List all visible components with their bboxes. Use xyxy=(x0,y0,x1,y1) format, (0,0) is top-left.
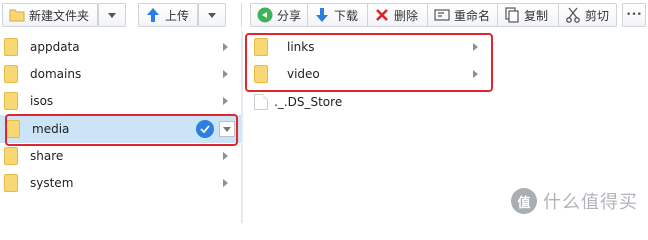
folder-icon xyxy=(4,64,18,83)
rename-label: 重命名 xyxy=(454,8,491,23)
highlight-box-subfolders xyxy=(245,33,493,92)
delete-button[interactable]: 删除 xyxy=(368,3,428,27)
folder-icon xyxy=(4,91,18,110)
upload-label: 上传 xyxy=(165,8,190,23)
caret-down-icon xyxy=(208,12,216,18)
chevron-right-icon xyxy=(223,152,228,160)
download-label: 下载 xyxy=(334,8,359,23)
file-row-ds-store[interactable]: ._.DS_Store xyxy=(243,88,491,115)
folder-label: isos xyxy=(30,93,54,108)
watermark-logo: 值 xyxy=(511,188,537,214)
caret-down-icon xyxy=(108,12,116,18)
toolbar: 新建文件夹 上传 分享 下载 删除 重命名 复制 剪切 ••• xyxy=(0,0,648,31)
watermark-text: 什么值得买 xyxy=(543,192,638,213)
delete-x-icon xyxy=(374,7,390,23)
chevron-right-icon xyxy=(223,97,228,105)
cut-label: 剪切 xyxy=(585,8,610,23)
share-button[interactable]: 分享 xyxy=(250,3,308,27)
highlight-box-media xyxy=(5,114,238,146)
toolbar-separator xyxy=(241,3,242,27)
folder-label: domains xyxy=(30,66,82,81)
rename-button[interactable]: 重命名 xyxy=(428,3,498,27)
rename-icon xyxy=(434,7,450,23)
folder-label: share xyxy=(30,148,64,163)
scissors-icon xyxy=(565,7,581,23)
folder-icon xyxy=(4,146,18,165)
file-icon xyxy=(254,93,268,110)
more-label: ••• xyxy=(626,10,642,20)
delete-label: 删除 xyxy=(394,8,419,23)
upload-button[interactable]: 上传 xyxy=(138,3,198,27)
share-icon xyxy=(257,7,273,23)
folder-label: system xyxy=(30,175,74,190)
upload-dropdown-button[interactable] xyxy=(198,3,226,27)
file-label: ._.DS_Store xyxy=(274,94,343,109)
download-button[interactable]: 下载 xyxy=(308,3,368,27)
new-folder-button[interactable]: 新建文件夹 xyxy=(2,3,98,27)
folder-icon xyxy=(4,173,18,192)
folder-tree-pane: appdata domains isos media share system xyxy=(0,31,241,223)
new-folder-label: 新建文件夹 xyxy=(29,8,90,23)
folder-row-isos[interactable]: isos xyxy=(0,87,241,114)
folder-row-share[interactable]: share xyxy=(0,142,241,169)
chevron-right-icon xyxy=(223,70,228,78)
folder-label: appdata xyxy=(30,39,80,54)
watermark: 值 什么值得买 xyxy=(511,188,638,214)
download-arrow-icon xyxy=(314,7,330,23)
more-button[interactable]: ••• xyxy=(622,3,646,27)
chevron-right-icon xyxy=(223,179,228,187)
folder-row-system[interactable]: system xyxy=(0,169,241,196)
share-label: 分享 xyxy=(277,8,302,23)
cut-button[interactable]: 剪切 xyxy=(559,3,617,27)
copy-button[interactable]: 复制 xyxy=(498,3,559,27)
folder-row-domains[interactable]: domains xyxy=(0,60,241,87)
folder-icon xyxy=(9,7,25,23)
folder-content-pane: links video ._.DS_Store 值 什么值得买 xyxy=(243,31,648,223)
new-folder-dropdown-button[interactable] xyxy=(98,3,126,27)
copy-icon xyxy=(504,7,520,23)
folder-icon xyxy=(4,37,18,56)
chevron-right-icon xyxy=(223,43,228,51)
copy-label: 复制 xyxy=(524,8,549,23)
upload-arrow-icon xyxy=(145,7,161,23)
folder-row-appdata[interactable]: appdata xyxy=(0,33,241,60)
